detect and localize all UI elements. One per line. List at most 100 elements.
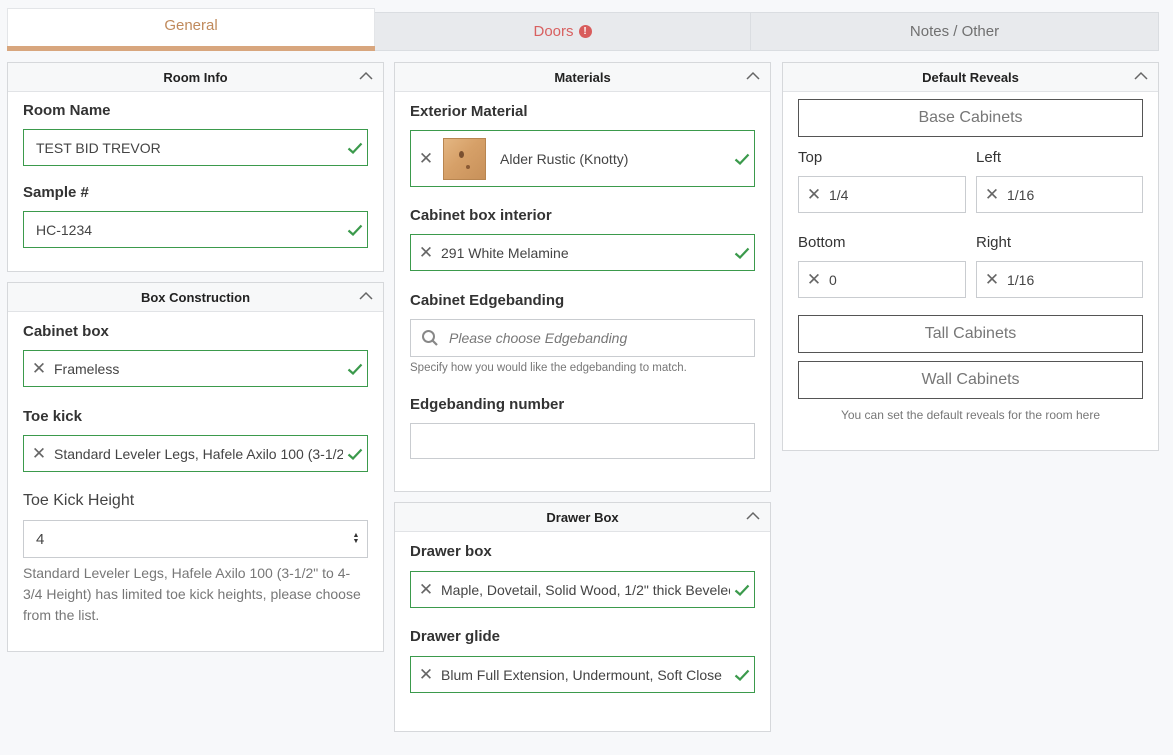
toe-kick-value: Standard Leveler Legs, Hafele Axilo 100 … bbox=[54, 445, 343, 462]
room-name-value: TEST BID TREVOR bbox=[36, 139, 161, 156]
cabinet-box-interior-field[interactable]: ✕ 291 White Melamine bbox=[410, 234, 755, 271]
room-info-header: Room Info bbox=[8, 63, 383, 92]
check-icon bbox=[730, 247, 754, 259]
drawer-box-value: Maple, Dovetail, Solid Wood, 1/2" thick … bbox=[441, 581, 730, 598]
chevron-up-icon[interactable] bbox=[1134, 69, 1148, 83]
left-reveal-input[interactable]: ✕ 1/16 bbox=[976, 176, 1143, 213]
exterior-material-label: Exterior Material bbox=[410, 103, 528, 120]
reveals-help-text: You can set the default reveals for the … bbox=[840, 408, 1101, 422]
clear-icon[interactable]: ✕ bbox=[799, 270, 829, 290]
materials-title: Materials bbox=[554, 69, 611, 85]
right-reveal-input[interactable]: ✕ 1/16 bbox=[976, 261, 1143, 298]
edgebanding-help-text: Specify how you would like the edgebandi… bbox=[410, 362, 687, 374]
cabinet-box-interior-value: 291 White Melamine bbox=[441, 244, 569, 261]
tab-notes-other[interactable]: Notes / Other bbox=[751, 12, 1159, 51]
clear-icon[interactable]: ✕ bbox=[24, 359, 54, 379]
box-construction-panel: Box Construction Cabinet box ✕ Frameless… bbox=[7, 282, 384, 652]
tab-doors[interactable]: Doors ! bbox=[375, 12, 751, 51]
check-icon bbox=[730, 153, 754, 165]
right-reveal-value: 1/16 bbox=[1007, 271, 1035, 288]
chevron-up-icon[interactable] bbox=[746, 69, 760, 83]
sample-field[interactable]: HC-1234 bbox=[23, 211, 368, 248]
top-reveal-value: 1/4 bbox=[829, 186, 849, 203]
active-tab-indicator bbox=[7, 46, 375, 51]
sample-label: Sample # bbox=[23, 184, 89, 201]
exterior-material-value: Alder Rustic (Knotty) bbox=[500, 150, 629, 167]
default-reveals-header: Default Reveals bbox=[783, 63, 1158, 92]
edgebanding-search-input[interactable]: Please choose Edgebanding bbox=[410, 319, 755, 357]
toe-kick-field[interactable]: ✕ Standard Leveler Legs, Hafele Axilo 10… bbox=[23, 435, 368, 472]
materials-header: Materials bbox=[395, 63, 770, 92]
chevron-up-icon[interactable] bbox=[359, 289, 373, 303]
base-cabinets-button[interactable]: Base Cabinets bbox=[798, 99, 1143, 137]
room-name-field[interactable]: TEST BID TREVOR bbox=[23, 129, 368, 166]
wall-cabinets-button[interactable]: Wall Cabinets bbox=[798, 361, 1143, 399]
check-icon bbox=[343, 448, 367, 460]
bottom-reveal-value: 0 bbox=[829, 271, 837, 288]
edgebanding-number-input[interactable] bbox=[410, 423, 755, 459]
clear-icon[interactable]: ✕ bbox=[411, 243, 441, 263]
tab-general-label: General bbox=[164, 16, 218, 34]
drawer-box-field[interactable]: ✕ Maple, Dovetail, Solid Wood, 1/2" thic… bbox=[410, 571, 755, 608]
exterior-material-field[interactable]: ✕ Alder Rustic (Knotty) bbox=[410, 130, 755, 187]
toe-kick-height-select[interactable]: 4 ▲ ▼ bbox=[23, 520, 368, 558]
drawer-glide-field[interactable]: ✕ Blum Full Extension, Undermount, Soft … bbox=[410, 656, 755, 693]
top-label: Top bbox=[798, 149, 823, 166]
check-icon bbox=[343, 142, 367, 154]
right-label: Right bbox=[976, 234, 1012, 251]
tab-doors-label: Doors bbox=[533, 23, 574, 40]
left-label: Left bbox=[976, 149, 1002, 166]
chevron-up-icon[interactable] bbox=[359, 69, 373, 83]
clear-icon[interactable]: ✕ bbox=[411, 580, 441, 600]
box-construction-title: Box Construction bbox=[140, 289, 251, 305]
tab-notes-label: Notes / Other bbox=[909, 23, 1000, 40]
clear-icon[interactable]: ✕ bbox=[411, 665, 441, 685]
toe-kick-height-label: Toe Kick Height bbox=[23, 492, 135, 509]
drawer-box-title: Drawer Box bbox=[546, 509, 619, 525]
tab-general[interactable]: General bbox=[7, 8, 375, 51]
clear-icon[interactable]: ✕ bbox=[799, 185, 829, 205]
sample-value: HC-1234 bbox=[36, 221, 93, 238]
default-reveals-title: Default Reveals bbox=[922, 69, 1019, 85]
top-reveal-input[interactable]: ✕ 1/4 bbox=[798, 176, 966, 213]
clear-icon[interactable]: ✕ bbox=[977, 185, 1007, 205]
edgebanding-number-label: Edgebanding number bbox=[410, 396, 565, 413]
cabinet-box-interior-label: Cabinet box interior bbox=[410, 207, 552, 224]
drawer-box-label: Drawer box bbox=[410, 543, 492, 560]
room-name-label: Room Name bbox=[23, 102, 111, 119]
check-icon bbox=[730, 584, 754, 596]
cabinet-box-value: Frameless bbox=[54, 360, 120, 377]
search-icon bbox=[411, 329, 449, 347]
drawer-box-header: Drawer Box bbox=[395, 503, 770, 532]
clear-icon[interactable]: ✕ bbox=[977, 270, 1007, 290]
check-icon bbox=[730, 669, 754, 681]
material-swatch-image bbox=[443, 137, 486, 180]
clear-icon[interactable]: ✕ bbox=[411, 149, 441, 169]
room-info-title: Room Info bbox=[163, 69, 228, 85]
drawer-glide-label: Drawer glide bbox=[410, 628, 501, 645]
box-construction-header: Box Construction bbox=[8, 283, 383, 312]
drawer-box-panel: Drawer Box Drawer box ✕ Maple, Dovetail,… bbox=[394, 502, 771, 732]
bottom-reveal-input[interactable]: ✕ 0 bbox=[798, 261, 966, 298]
bottom-label: Bottom bbox=[798, 234, 846, 251]
default-reveals-panel: Default Reveals Base Cabinets Top ✕ 1/4 … bbox=[782, 62, 1159, 451]
toe-kick-help-text: Standard Leveler Legs, Hafele Axilo 100 … bbox=[23, 565, 361, 623]
cabinet-box-field[interactable]: ✕ Frameless bbox=[23, 350, 368, 387]
materials-panel: Materials Exterior Material ✕ Alder Rust… bbox=[394, 62, 771, 492]
cabinet-edgebanding-label: Cabinet Edgebanding bbox=[410, 292, 565, 309]
tab-bar: General Doors ! Notes / Other bbox=[7, 7, 1159, 51]
select-arrows-icon: ▲ ▼ bbox=[352, 532, 360, 545]
check-icon bbox=[343, 363, 367, 375]
check-icon bbox=[343, 224, 367, 236]
alert-icon: ! bbox=[578, 25, 592, 38]
edgebanding-placeholder: Please choose Edgebanding bbox=[449, 330, 628, 346]
tall-cabinets-button[interactable]: Tall Cabinets bbox=[798, 315, 1143, 353]
drawer-glide-value: Blum Full Extension, Undermount, Soft Cl… bbox=[441, 666, 722, 683]
clear-icon[interactable]: ✕ bbox=[24, 444, 54, 464]
chevron-up-icon[interactable] bbox=[746, 509, 760, 523]
left-reveal-value: 1/16 bbox=[1007, 186, 1035, 203]
toe-kick-height-value: 4 bbox=[36, 530, 45, 548]
toe-kick-label: Toe kick bbox=[23, 408, 82, 425]
cabinet-box-label: Cabinet box bbox=[23, 323, 109, 340]
room-info-panel: Room Info Room Name TEST BID TREVOR Samp… bbox=[7, 62, 384, 272]
